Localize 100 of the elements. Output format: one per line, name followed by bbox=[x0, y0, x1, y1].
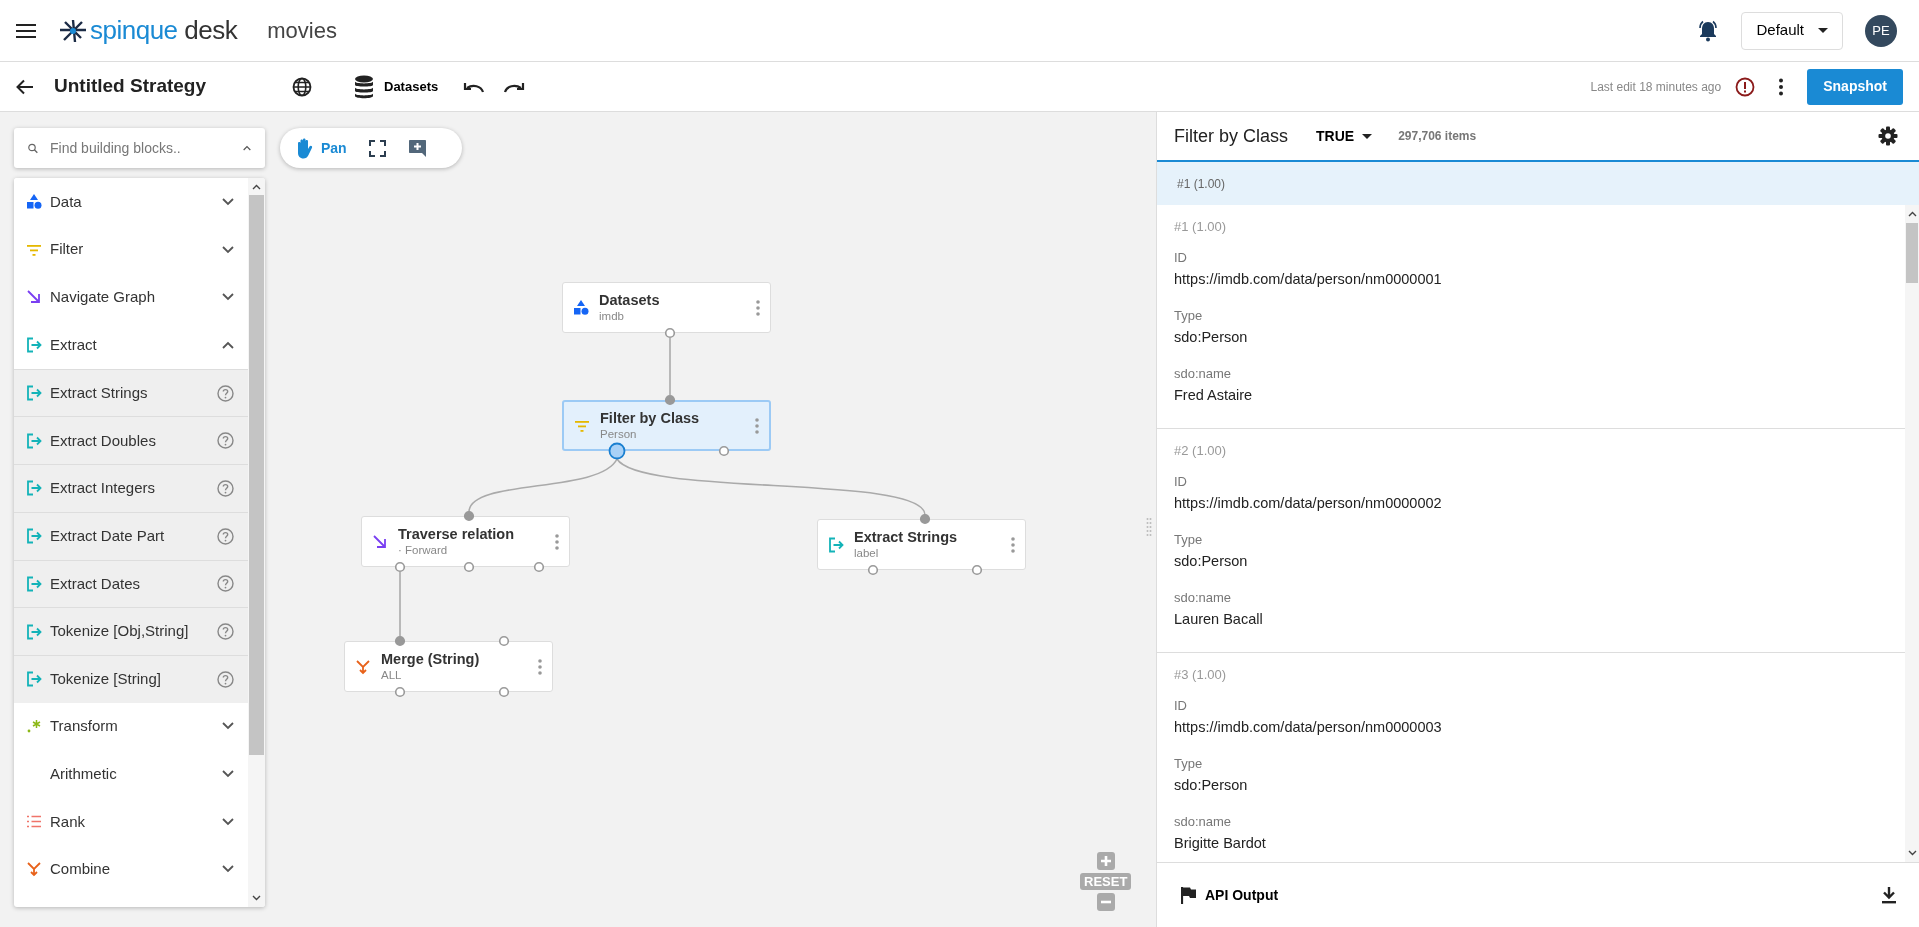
snapshot-button[interactable]: Snapshot bbox=[1807, 68, 1903, 105]
connector-line[interactable] bbox=[468, 458, 618, 513]
alert-circle-icon[interactable] bbox=[1735, 76, 1756, 97]
search-field[interactable]: Find building blocks.. bbox=[50, 137, 231, 159]
result-rank: #1 (1.00) bbox=[1174, 218, 1228, 236]
chevron-down-icon[interactable] bbox=[222, 245, 234, 254]
scrollbar-thumb[interactable] bbox=[249, 195, 264, 755]
connection-port[interactable] bbox=[498, 635, 510, 647]
diagonal-arrow-icon bbox=[372, 533, 388, 550]
chevron-up-icon[interactable] bbox=[222, 340, 234, 349]
connection-port[interactable] bbox=[463, 561, 475, 573]
zoom-out-icon[interactable] bbox=[1096, 893, 1115, 911]
resize-handle-icon[interactable] bbox=[1146, 517, 1152, 537]
connection-port[interactable] bbox=[394, 635, 406, 647]
zoom-in-icon[interactable] bbox=[1096, 852, 1115, 870]
connection-port[interactable] bbox=[463, 510, 475, 522]
connection-port[interactable] bbox=[664, 394, 676, 406]
connection-port[interactable] bbox=[971, 564, 983, 576]
menu-icon[interactable] bbox=[16, 22, 36, 39]
graph-node[interactable]: Merge (String) ALL bbox=[344, 641, 553, 692]
chevron-up-icon[interactable] bbox=[243, 144, 251, 152]
connection-port[interactable] bbox=[867, 564, 879, 576]
datasets-button[interactable]: Datasets bbox=[354, 74, 439, 99]
connection-port[interactable] bbox=[608, 442, 626, 460]
field-label: ID bbox=[1174, 249, 1188, 267]
chevron-down-icon[interactable] bbox=[222, 197, 234, 206]
field-value: sdo:Person bbox=[1174, 552, 1249, 571]
help-icon[interactable] bbox=[217, 575, 234, 593]
add-comment-icon[interactable] bbox=[407, 138, 427, 158]
field-value: sdo:Person bbox=[1174, 328, 1249, 347]
caret-icon bbox=[1362, 133, 1373, 139]
bell-icon[interactable] bbox=[1697, 19, 1720, 42]
help-icon[interactable] bbox=[217, 432, 234, 450]
connection-port[interactable] bbox=[394, 686, 406, 698]
category-item[interactable]: Data bbox=[14, 178, 248, 226]
profile-dropdown[interactable]: Default bbox=[1741, 11, 1843, 50]
selected-result-row[interactable]: #1 (1.00) bbox=[1157, 162, 1919, 205]
graph-node[interactable]: Datasets imdb bbox=[562, 282, 771, 333]
help-icon[interactable] bbox=[217, 384, 234, 402]
connector-line[interactable] bbox=[616, 458, 926, 516]
scrollbar-track[interactable] bbox=[248, 178, 265, 907]
user-avatar[interactable]: PE bbox=[1865, 14, 1897, 47]
connection-port[interactable] bbox=[919, 513, 931, 525]
search-bar[interactable]: Find building blocks.. bbox=[14, 128, 265, 168]
globe-icon[interactable] bbox=[292, 76, 312, 97]
building-block-item[interactable]: Extract Date Part bbox=[14, 511, 248, 560]
building-block-item[interactable]: Extract Strings bbox=[14, 368, 248, 417]
building-block-item[interactable]: Extract Dates bbox=[14, 559, 248, 608]
connection-port[interactable] bbox=[664, 327, 676, 339]
extract-arrow-icon bbox=[26, 385, 42, 402]
field-label: Type bbox=[1174, 755, 1204, 773]
settings-icon[interactable] bbox=[1878, 126, 1898, 146]
field-label: Type bbox=[1174, 307, 1204, 325]
connection-port[interactable] bbox=[718, 445, 730, 457]
project-name: movies bbox=[267, 17, 337, 45]
extract-arrow-icon bbox=[26, 432, 42, 449]
building-block-item[interactable]: Tokenize [Obj,String] bbox=[14, 607, 248, 655]
field-label: ID bbox=[1174, 473, 1188, 491]
chevron-down-icon[interactable] bbox=[222, 293, 234, 302]
undo-icon[interactable] bbox=[463, 80, 486, 93]
node-subtitle: ALL bbox=[381, 668, 403, 682]
field-label: ID bbox=[1174, 697, 1188, 715]
chevron-down-icon[interactable] bbox=[222, 722, 234, 731]
extract-arrow-icon bbox=[26, 336, 42, 353]
redo-icon[interactable] bbox=[503, 80, 526, 93]
star-logo-icon bbox=[58, 17, 88, 44]
extract-arrow-icon bbox=[828, 536, 844, 553]
scrollbar-track[interactable] bbox=[1905, 205, 1919, 862]
scrollbar-thumb[interactable] bbox=[1906, 223, 1918, 283]
node-subtitle: Person bbox=[600, 427, 638, 441]
help-icon[interactable] bbox=[217, 527, 234, 545]
chevron-down-icon[interactable] bbox=[222, 770, 234, 779]
chevron-down-icon[interactable] bbox=[222, 865, 234, 874]
download-icon[interactable] bbox=[1881, 886, 1897, 904]
graph-node[interactable]: Extract Strings label bbox=[817, 519, 1026, 570]
fullscreen-icon[interactable] bbox=[368, 139, 386, 157]
help-icon[interactable] bbox=[217, 479, 234, 497]
building-block-item[interactable]: Extract Doubles bbox=[14, 416, 248, 465]
more-options-icon[interactable] bbox=[1779, 77, 1784, 96]
extract-arrow-icon bbox=[26, 623, 42, 640]
connection-port[interactable] bbox=[533, 561, 545, 573]
field-label: Type bbox=[1174, 531, 1204, 549]
building-block-item[interactable]: Tokenize [String] bbox=[14, 654, 248, 703]
field-label: sdo:name bbox=[1174, 589, 1233, 607]
chevron-down-icon[interactable] bbox=[222, 817, 234, 826]
result-rank: #2 (1.00) bbox=[1174, 442, 1228, 460]
graph-node[interactable]: Traverse relation · Forward bbox=[361, 516, 570, 567]
building-block-item[interactable]: Extract Integers bbox=[14, 464, 248, 512]
help-icon[interactable] bbox=[217, 670, 234, 688]
pan-tool-button[interactable]: Pan bbox=[294, 137, 347, 159]
node-subtitle: imdb bbox=[599, 309, 625, 323]
connection-port[interactable] bbox=[498, 686, 510, 698]
connection-port[interactable] bbox=[394, 561, 406, 573]
filter-value-dropdown[interactable]: TRUE bbox=[1316, 125, 1373, 147]
back-arrow-icon[interactable] bbox=[16, 78, 34, 95]
field-value: Fred Astaire bbox=[1174, 386, 1254, 405]
numbered-list-icon bbox=[26, 813, 42, 830]
graph-node[interactable]: Filter by Class Person bbox=[562, 400, 771, 451]
help-icon[interactable] bbox=[217, 623, 234, 641]
api-output-button[interactable]: API Output bbox=[1181, 884, 1279, 906]
